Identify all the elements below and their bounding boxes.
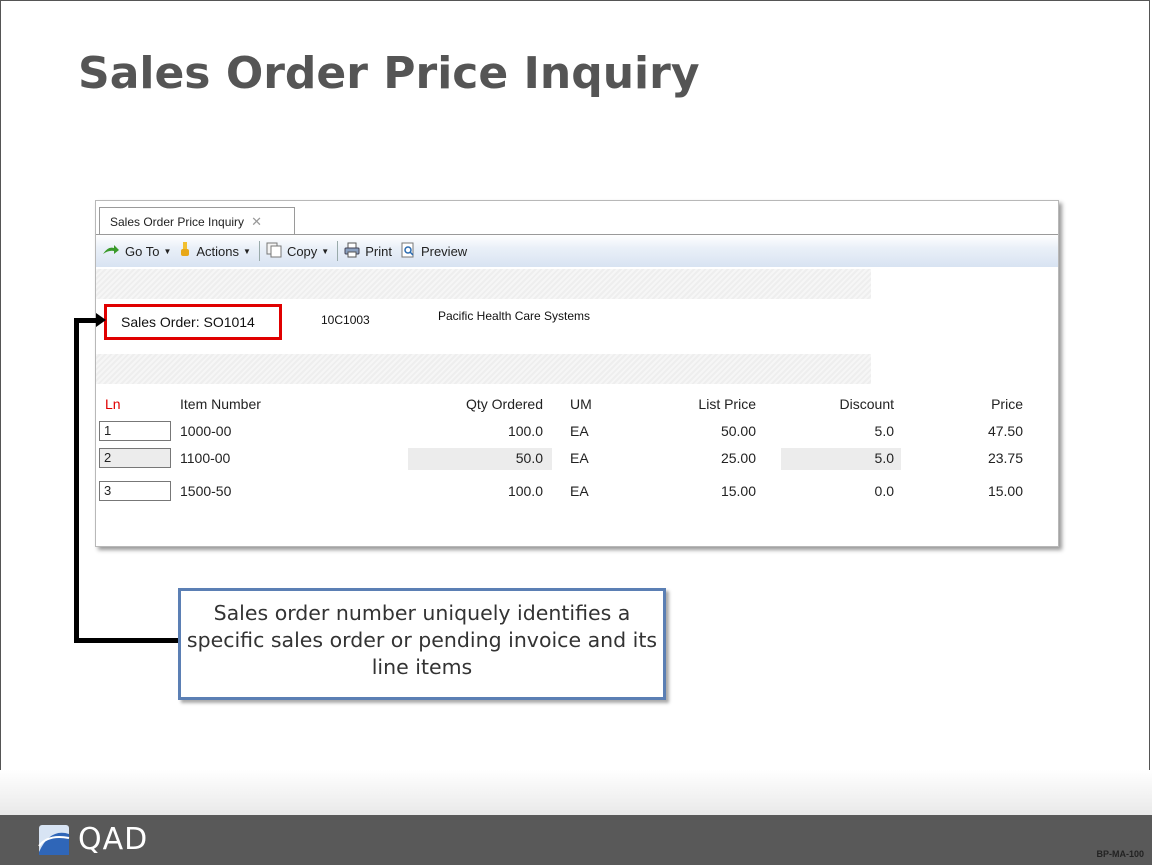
toolbar-separator <box>258 241 260 261</box>
discount-cell: 0.0 <box>874 483 894 499</box>
um-cell: EA <box>570 423 589 439</box>
qty-cell: 100.0 <box>507 423 543 439</box>
footer-gradient <box>0 770 1152 815</box>
customer-code: 10C1003 <box>321 313 370 327</box>
connector-line <box>74 318 79 643</box>
line-number-field[interactable]: 3 <box>99 481 171 501</box>
print-button[interactable]: Print <box>344 242 392 261</box>
arrow-head-icon <box>96 313 106 327</box>
qty-cell: 50.0 <box>515 450 543 466</box>
tab-label: Sales Order Price Inquiry <box>110 214 245 229</box>
item-number-cell: 1100-00 <box>180 450 231 466</box>
table-row[interactable]: 1 1000-00 100.0 EA 50.00 5.0 47.50 <box>96 421 1058 443</box>
chevron-down-icon: ▼ <box>321 246 330 256</box>
column-header-discount: Discount <box>839 396 894 412</box>
um-cell: EA <box>570 450 589 466</box>
print-label: Print <box>365 243 392 259</box>
copy-button[interactable]: Copy ▼ <box>266 242 329 261</box>
list-price-cell: 15.00 <box>720 483 756 499</box>
column-header-ln: Ln <box>105 396 121 412</box>
price-cell: 15.00 <box>987 483 1023 499</box>
connector-line <box>74 638 180 643</box>
discount-cell: 5.0 <box>874 450 894 466</box>
footer-bar <box>0 815 1152 865</box>
header-band <box>96 269 871 299</box>
chevron-down-icon: ▼ <box>243 246 251 256</box>
column-header-price: Price <box>991 396 1023 412</box>
printer-icon <box>344 242 360 261</box>
item-number-cell: 1500-50 <box>180 483 232 499</box>
goto-label: Go To <box>125 243 160 259</box>
actions-button[interactable]: Actions ▼ <box>179 241 251 261</box>
logo-text: QAD <box>78 822 149 857</box>
qad-logo-icon <box>38 824 70 855</box>
um-cell: EA <box>570 483 589 499</box>
line-number-field[interactable]: 1 <box>99 421 171 441</box>
line-number-field[interactable]: 2 <box>99 448 171 468</box>
column-header-um: UM <box>570 396 592 412</box>
qty-cell: 100.0 <box>507 483 543 499</box>
preview-button[interactable]: Preview <box>400 242 467 261</box>
copy-icon <box>266 242 282 261</box>
toolbar-separator <box>337 241 339 261</box>
chevron-down-icon: ▼ <box>163 246 172 256</box>
close-icon[interactable]: ✕ <box>251 214 262 230</box>
price-cell: 47.50 <box>987 423 1023 439</box>
tab-sales-order-price-inquiry[interactable]: Sales Order Price Inquiry ✕ <box>99 207 295 235</box>
customer-name: Pacific Health Care Systems <box>438 309 591 323</box>
callout-box: Sales order number uniquely identifies a… <box>178 588 666 700</box>
toolbar: Go To ▼ Actions ▼ Copy ▼ Print Preview <box>96 235 1058 267</box>
pointer-hand-icon <box>179 241 191 261</box>
column-header-item-number: Item Number <box>180 396 261 412</box>
goto-button[interactable]: Go To ▼ <box>102 244 171 259</box>
price-inquiry-window: Sales Order Price Inquiry ✕ Go To ▼ Acti… <box>95 200 1059 547</box>
preview-label: Preview <box>420 243 468 259</box>
column-header-list-price: List Price <box>698 396 756 412</box>
table-row[interactable]: 3 1500-50 100.0 EA 15.00 0.0 15.00 <box>96 481 1058 503</box>
price-cell: 23.75 <box>987 450 1023 466</box>
column-header-qty-ordered: Qty Ordered <box>465 396 543 412</box>
detail-band <box>96 354 871 384</box>
sales-order-label: Sales Order: SO1014 <box>121 314 255 330</box>
preview-icon <box>400 242 416 261</box>
item-number-cell: 1000-00 <box>180 423 232 439</box>
connector-line <box>74 318 98 323</box>
qad-logo: QAD <box>38 822 148 857</box>
table-row[interactable]: 2 1100-00 50.0 EA 25.00 5.0 23.75 <box>96 448 1058 470</box>
actions-label: Actions <box>196 243 240 259</box>
slide-title: Sales Order Price Inquiry <box>78 48 700 99</box>
slide-code: BP-MA-100 <box>1096 849 1144 859</box>
goto-arrow-icon <box>102 244 120 259</box>
copy-label: Copy <box>286 243 318 259</box>
sales-order-field[interactable]: Sales Order: SO1014 <box>104 304 282 340</box>
list-price-cell: 50.00 <box>720 423 756 439</box>
discount-cell: 5.0 <box>874 423 894 439</box>
list-price-cell: 25.00 <box>720 450 756 466</box>
